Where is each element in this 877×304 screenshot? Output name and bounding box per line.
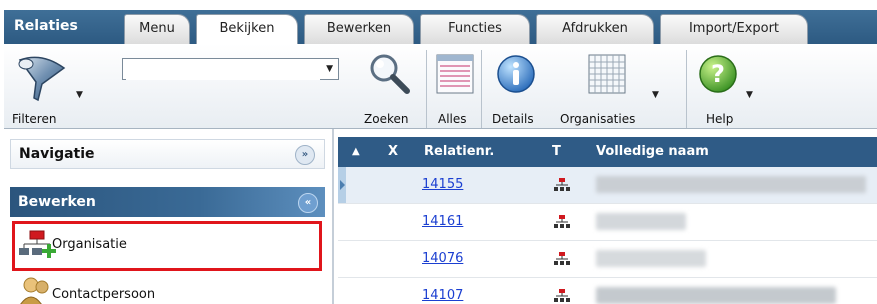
expand-chevron-icon[interactable]: « [298,193,318,213]
tab-afdrukken[interactable]: Afdrukken [536,14,654,44]
relations-grid: ▲ X Relatienr. T Volledige naam 14155 14… [338,129,877,304]
tab-bekijken[interactable]: Bekijken [196,14,298,45]
relation-number-link[interactable]: 14161 [422,214,463,229]
edit-section-title: Bewerken [18,194,96,210]
funnel-icon [18,56,66,102]
search-label: Zoeken [364,112,409,126]
organisations-dropdown-arrow[interactable]: ▼ [652,90,659,100]
contact-person-icon [20,277,49,304]
help-question-icon: ? [699,55,737,93]
ribbon-separator [686,50,687,128]
grid-header: ▲ X Relatienr. T Volledige naam [338,137,877,167]
help-label: Help [706,112,734,126]
grid-table-icon [588,54,626,94]
nav-item-label: Contactpersoon [52,287,156,302]
filter-dropdown-arrow[interactable]: ▼ [76,90,83,100]
details-button[interactable]: Details [488,48,546,128]
sort-ascending-icon[interactable]: ▲ [352,146,360,157]
details-label: Details [492,112,534,126]
organisation-type-icon [554,178,570,191]
search-combo-input[interactable] [126,60,320,80]
redacted-name [596,176,866,193]
relation-number-link[interactable]: 14107 [422,288,463,303]
table-row[interactable]: 14076 [338,241,877,278]
filter-label: Filteren [12,112,57,126]
info-icon [497,55,535,93]
magnifier-icon [370,54,410,94]
list-icon [436,54,474,94]
relation-number-link[interactable]: 14076 [422,251,463,266]
table-row[interactable]: 14107 [338,278,877,304]
organisations-label: Organisaties [560,112,636,126]
column-header-relation-number[interactable]: Relatienr. [424,144,494,159]
tab-menu[interactable]: Menu [124,14,190,44]
highlight-box [12,221,322,271]
navigation-header[interactable]: Navigatie » [10,139,325,169]
organisations-button[interactable]: ▼ Organisaties [560,48,664,128]
navigation-panel: Navigatie » Bewerken « Organisatie Conta… [4,129,334,304]
search-combobox[interactable]: ▼ [122,58,339,80]
relation-number-link[interactable]: 14155 [422,177,463,192]
application-window: Relaties Menu Bekijken Bewerken Functies… [4,0,877,304]
show-all-button[interactable]: Alles [432,48,478,128]
column-header-type[interactable]: T [552,144,561,159]
tab-functies[interactable]: Functies [420,14,530,44]
organisation-type-icon [554,289,570,302]
row-selected-indicator [338,167,346,203]
collapse-chevron-icon[interactable]: » [295,145,315,165]
nav-item-contactpersoon[interactable]: Contactpersoon [10,275,325,304]
ribbon-toolbar: ▼ Filteren ▼ Zoeken Alles Details ▼ Orga… [4,44,877,129]
ribbon-separator [481,50,482,128]
help-dropdown-arrow[interactable]: ▼ [746,90,753,100]
redacted-name [596,213,686,230]
help-button[interactable]: ? ▼ Help [692,48,764,128]
column-header-x[interactable]: X [388,144,398,159]
svg-text:?: ? [711,60,725,88]
redacted-name [596,287,836,304]
column-header-full-name[interactable]: Volledige naam [596,144,709,159]
organisation-type-icon [554,252,570,265]
navigation-title: Navigatie [19,146,95,162]
redacted-name [596,250,706,267]
organisation-type-icon [554,215,570,228]
table-row[interactable]: 14161 [338,204,877,241]
tab-bewerken[interactable]: Bewerken [304,14,414,44]
chevron-down-icon[interactable]: ▼ [326,64,333,74]
filter-button[interactable]: ▼ Filteren [8,48,88,128]
all-label: Alles [438,112,467,126]
tab-import-export[interactable]: Import/Export [660,14,808,44]
tab-bar: Relaties Menu Bekijken Bewerken Functies… [4,10,877,45]
table-row[interactable]: 14155 [338,167,877,204]
edit-section-header[interactable]: Bewerken « [10,187,325,217]
app-title: Relaties [14,18,78,34]
ribbon-separator [426,50,427,128]
search-button[interactable]: Zoeken [364,48,422,128]
